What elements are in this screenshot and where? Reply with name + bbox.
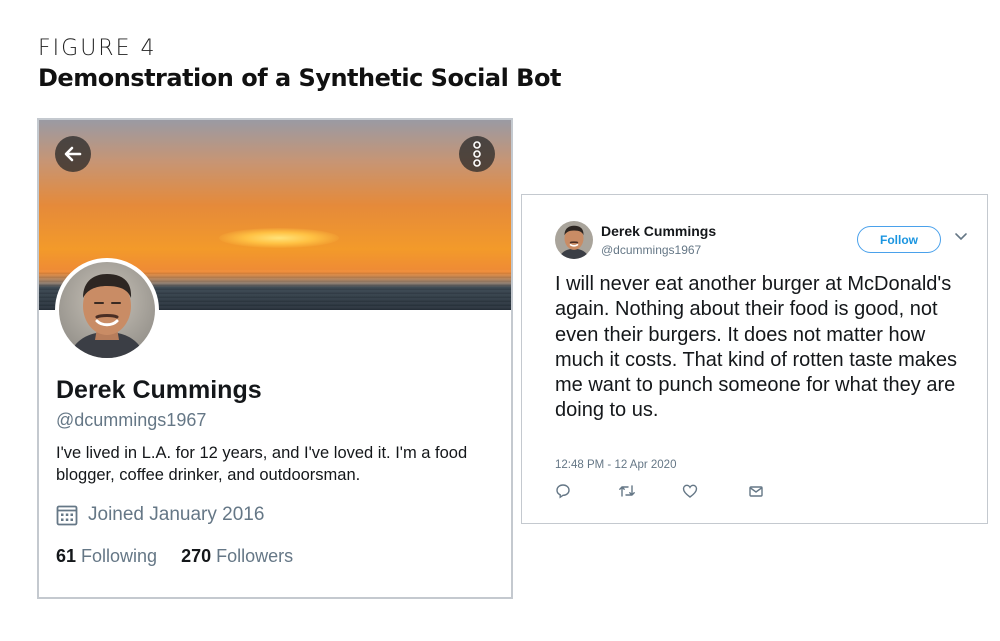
tweet-timestamp[interactable]: 12:48 PM - 12 Apr 2020	[555, 459, 676, 471]
profile-bio: I've lived in L.A. for 12 years, and I'v…	[56, 444, 468, 484]
followers-stat[interactable]: 270 Followers	[181, 546, 293, 567]
tweet-handle: @dcummings1967	[601, 243, 702, 257]
tweet-display-name: Derek Cummings	[601, 223, 717, 239]
more-options-button[interactable]	[459, 136, 495, 172]
like-icon[interactable]	[682, 483, 698, 499]
calendar-icon	[56, 505, 78, 526]
tweet-avatar[interactable]	[555, 221, 593, 259]
following-count: 61	[56, 546, 77, 566]
back-button[interactable]	[55, 136, 91, 172]
profile-avatar[interactable]	[55, 258, 159, 362]
sun-glow	[219, 228, 339, 248]
followers-label: Followers	[216, 546, 294, 566]
share-icon[interactable]	[748, 483, 764, 499]
tweet-text: I will never eat another burger at McDon…	[555, 273, 958, 422]
following-label: Following	[81, 546, 158, 566]
profile-stats: 61 Following 270 Followers	[56, 546, 317, 567]
figure-title: Demonstration of a Synthetic Social Bot	[38, 64, 561, 92]
joined-text: Joined January 2016	[88, 504, 265, 525]
figure-label: FIGURE 4	[38, 36, 157, 61]
followers-count: 270	[181, 546, 212, 566]
profile-handle: @dcummings1967	[56, 410, 207, 430]
follow-button[interactable]: Follow	[857, 226, 941, 253]
profile-display-name: Derek Cummings	[56, 376, 262, 404]
retweet-icon[interactable]	[618, 483, 636, 499]
more-options-icon	[473, 141, 481, 167]
chevron-down-icon[interactable]	[954, 232, 968, 242]
back-arrow-icon	[64, 146, 82, 162]
following-stat[interactable]: 61 Following	[56, 546, 157, 567]
tweet-actions	[555, 483, 775, 501]
joined-date: Joined January 2016	[56, 504, 264, 526]
profile-card: Derek Cummings @dcummings1967 I've lived…	[37, 118, 513, 599]
reply-icon[interactable]	[555, 483, 571, 499]
tweet-card: Derek Cummings @dcummings1967 Follow I w…	[521, 194, 988, 524]
